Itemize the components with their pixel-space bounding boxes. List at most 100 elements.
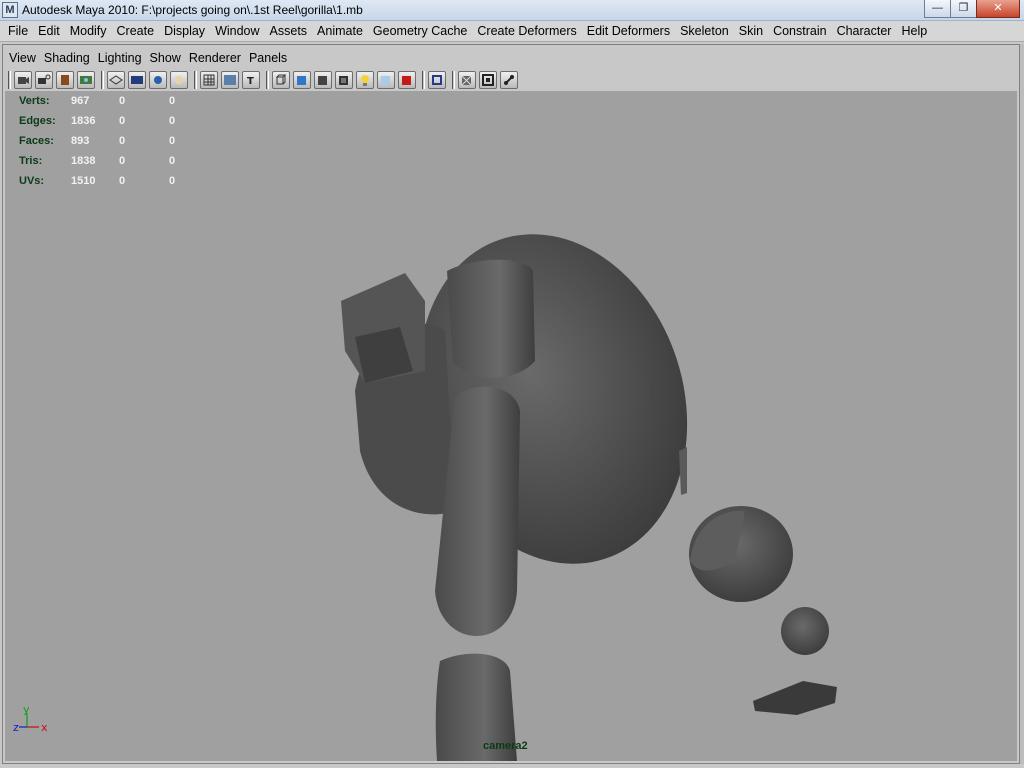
hud-label: Edges: [19, 115, 56, 127]
bookmark-icon[interactable] [56, 71, 74, 89]
right-panel-edge [1020, 44, 1024, 764]
panel-menu-shading[interactable]: Shading [40, 51, 94, 65]
menu-character[interactable]: Character [832, 24, 897, 38]
smooth-shade-icon[interactable] [293, 71, 311, 89]
film-gate-icon[interactable] [128, 71, 146, 89]
gorilla-foot-block[interactable] [753, 681, 837, 715]
window-title: Autodesk Maya 2010: F:\projects going on… [22, 3, 363, 17]
lock-camera-icon[interactable] [35, 71, 53, 89]
safe-title-icon[interactable]: T [242, 71, 260, 89]
menu-display[interactable]: Display [159, 24, 210, 38]
hud-value: 893 [71, 135, 90, 147]
hud-value: 1838 [71, 155, 96, 167]
bounding-box-icon[interactable] [335, 71, 353, 89]
isolate-select-icon[interactable] [428, 71, 446, 89]
hud-value: 0 [119, 95, 126, 107]
minimize-button[interactable]: — [924, 0, 950, 18]
toolbar-separator [8, 71, 11, 89]
hud-value: 0 [119, 155, 126, 167]
panel-toolbar: T [5, 69, 1017, 91]
axis-x-label: x [41, 721, 48, 734]
menu-geometry-cache[interactable]: Geometry Cache [368, 24, 472, 38]
svg-text:T: T [247, 76, 254, 87]
menu-file[interactable]: File [3, 24, 33, 38]
textured-icon[interactable] [398, 71, 416, 89]
panel-menu-view[interactable]: View [5, 51, 40, 65]
menu-modify[interactable]: Modify [65, 24, 112, 38]
hud-value: 1836 [71, 115, 96, 127]
toolbar-separator [452, 71, 455, 89]
use-lights-icon[interactable] [356, 71, 374, 89]
toolbar-separator [422, 71, 425, 89]
panel-menu-renderer[interactable]: Renderer [185, 51, 245, 65]
hud-row-edges: Edges: 1836 0 0 [19, 111, 199, 131]
hud-value: 0 [169, 175, 176, 187]
hud-row-verts: Verts: 967 0 0 [19, 91, 199, 111]
hud-label: Tris: [19, 155, 43, 167]
grid-icon[interactable] [107, 71, 125, 89]
hud-value: 0 [169, 115, 176, 127]
main-menubar: File Edit Modify Create Display Window A… [0, 21, 1024, 42]
wireframe-on-shaded-icon[interactable] [458, 71, 476, 89]
hud-label: UVs: [19, 175, 45, 187]
hud-value: 0 [169, 95, 176, 107]
joint-xray-icon[interactable] [500, 71, 518, 89]
safe-action-icon[interactable] [221, 71, 239, 89]
model-panel: View Shading Lighting Show Renderer Pane… [2, 44, 1020, 764]
frame-all-icon[interactable] [479, 71, 497, 89]
maya-app-icon[interactable]: M [2, 2, 18, 18]
image-plane-icon[interactable] [77, 71, 95, 89]
menu-constrain[interactable]: Constrain [768, 24, 832, 38]
hud-value: 0 [119, 135, 126, 147]
axis-y-label: y [23, 703, 30, 716]
panel-menu-show[interactable]: Show [146, 51, 185, 65]
title-bar: M Autodesk Maya 2010: F:\projects going … [0, 0, 1024, 21]
menu-help[interactable]: Help [896, 24, 932, 38]
hud-label: Verts: [19, 95, 50, 107]
hud-row-uvs: UVs: 1510 0 0 [19, 171, 199, 191]
hud-value: 0 [119, 175, 126, 187]
gorilla-shoulder[interactable] [447, 259, 535, 378]
view-axis-icon: x y z [13, 703, 48, 734]
menu-create[interactable]: Create [112, 24, 160, 38]
select-camera-icon[interactable] [14, 71, 32, 89]
camera-name-label: camera2 [483, 740, 528, 752]
hud-value: 1510 [71, 175, 96, 187]
gate-mask-icon[interactable] [170, 71, 188, 89]
gorilla-model[interactable] [5, 91, 1017, 761]
menu-animate[interactable]: Animate [312, 24, 368, 38]
wireframe-icon[interactable] [272, 71, 290, 89]
maximize-button[interactable]: ❐ [950, 0, 976, 18]
hud-label: Faces: [19, 135, 54, 147]
toolbar-separator [266, 71, 269, 89]
flat-shade-icon[interactable] [314, 71, 332, 89]
panel-menu-panels[interactable]: Panels [245, 51, 291, 65]
poly-count-hud: Verts: 967 0 0 Edges: 1836 0 0 Faces: 89… [19, 91, 199, 191]
panel-menubar: View Shading Lighting Show Renderer Pane… [3, 48, 291, 68]
menu-skeleton[interactable]: Skeleton [675, 24, 734, 38]
menu-window[interactable]: Window [210, 24, 264, 38]
menu-create-deformers[interactable]: Create Deformers [472, 24, 581, 38]
window-controls: — ❐ ✕ [924, 0, 1020, 18]
xray-icon[interactable] [377, 71, 395, 89]
menu-edit-deformers[interactable]: Edit Deformers [582, 24, 675, 38]
close-button[interactable]: ✕ [976, 0, 1020, 18]
gorilla-tail-bump[interactable] [679, 447, 687, 495]
perspective-viewport[interactable]: Verts: 967 0 0 Edges: 1836 0 0 Faces: 89… [5, 91, 1017, 761]
menu-assets[interactable]: Assets [265, 24, 313, 38]
panel-menu-lighting[interactable]: Lighting [94, 51, 146, 65]
menu-edit[interactable]: Edit [33, 24, 65, 38]
hud-value: 0 [169, 155, 176, 167]
hud-value: 967 [71, 95, 90, 107]
hud-row-tris: Tris: 1838 0 0 [19, 151, 199, 171]
hud-row-faces: Faces: 893 0 0 [19, 131, 199, 151]
menu-skin[interactable]: Skin [734, 24, 768, 38]
gorilla-rear-foot[interactable] [781, 607, 829, 655]
hud-value: 0 [119, 115, 126, 127]
toolbar-separator [101, 71, 104, 89]
resolution-gate-icon[interactable] [149, 71, 167, 89]
hud-value: 0 [169, 135, 176, 147]
toolbar-separator [194, 71, 197, 89]
axis-z-label: z [13, 721, 19, 734]
field-chart-icon[interactable] [200, 71, 218, 89]
